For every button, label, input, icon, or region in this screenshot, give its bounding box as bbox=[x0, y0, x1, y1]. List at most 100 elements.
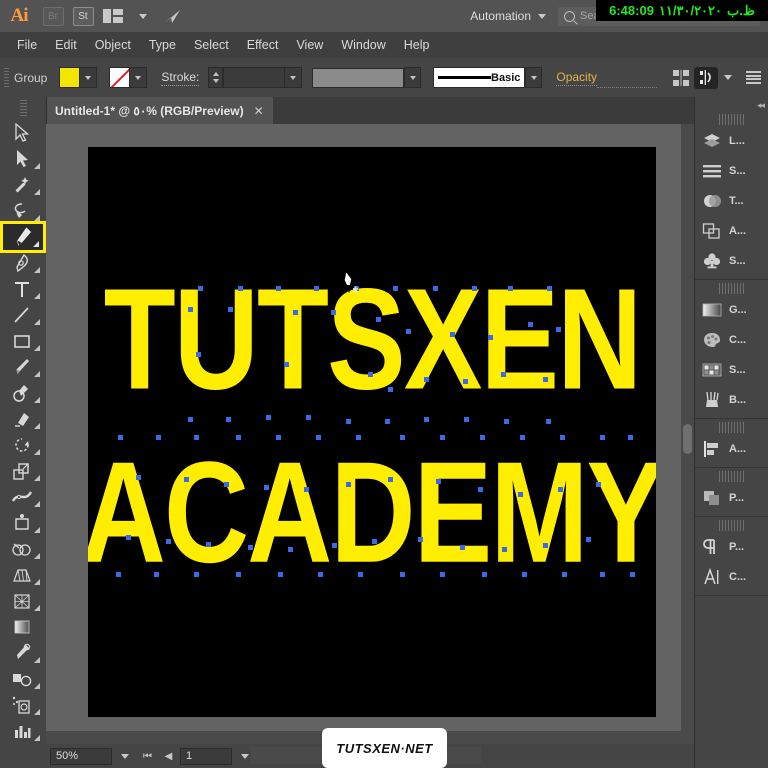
menu-type[interactable]: Type bbox=[140, 32, 185, 58]
stroke-dropdown-button[interactable] bbox=[130, 67, 148, 88]
distribute-dropdown-button[interactable] bbox=[718, 75, 738, 80]
menu-window[interactable]: Window bbox=[332, 32, 394, 58]
panel-group-grip[interactable] bbox=[719, 422, 745, 433]
selection-type-label: Group bbox=[14, 70, 48, 85]
width-profile-dropdown-button[interactable] bbox=[404, 67, 422, 88]
rectangle-tool[interactable] bbox=[0, 328, 44, 354]
close-icon[interactable]: ✕ bbox=[254, 104, 264, 118]
menu-file[interactable]: File bbox=[8, 32, 46, 58]
panel-character[interactable]: C... bbox=[695, 562, 768, 592]
panel-group-grip[interactable] bbox=[719, 283, 745, 294]
document-setup-button[interactable] bbox=[738, 71, 768, 84]
menu-object[interactable]: Object bbox=[86, 32, 140, 58]
artwork-vector[interactable]: TUTSXEN ACADEMY bbox=[88, 147, 656, 717]
shaper-pencil-tool[interactable] bbox=[0, 380, 44, 406]
panel-transparency[interactable]: T... bbox=[695, 186, 768, 216]
brush-definition-field[interactable]: Basic bbox=[433, 67, 526, 88]
panel-group-grip[interactable] bbox=[719, 471, 745, 482]
blend-tool[interactable] bbox=[0, 666, 44, 692]
type-tool[interactable] bbox=[0, 276, 44, 302]
shape-builder-tool[interactable] bbox=[0, 536, 44, 562]
panel-align[interactable]: A... bbox=[695, 434, 768, 464]
stroke-weight-stepper[interactable] bbox=[208, 67, 224, 88]
panel-swatches[interactable]: S... bbox=[695, 355, 768, 385]
menu-effect[interactable]: Effect bbox=[238, 32, 288, 58]
magic-wand-tool[interactable] bbox=[0, 172, 44, 198]
panel-brushes[interactable]: B... bbox=[695, 385, 768, 415]
panel-gradient-label: G... bbox=[729, 304, 747, 316]
automation-dropdown[interactable]: Automation bbox=[470, 9, 546, 23]
perspective-grid-tool[interactable] bbox=[0, 562, 44, 588]
stroke-color-swatch-none[interactable] bbox=[109, 67, 131, 88]
svg-text:*: * bbox=[353, 284, 358, 299]
scale-tool[interactable] bbox=[0, 458, 44, 484]
zoom-level-input[interactable]: 50% bbox=[50, 747, 112, 765]
character-icon bbox=[701, 567, 723, 587]
menu-view[interactable]: View bbox=[287, 32, 332, 58]
previous-artboard-button[interactable]: ◀ bbox=[159, 748, 178, 765]
canvas-vertical-scrollbar[interactable] bbox=[681, 124, 694, 731]
artboard[interactable]: TUTSXEN ACADEMY * bbox=[88, 147, 656, 717]
menu-select[interactable]: Select bbox=[185, 32, 238, 58]
panel-transparency-label: T... bbox=[729, 195, 744, 207]
symbol-sprayer-tool[interactable] bbox=[0, 692, 44, 718]
stock-button[interactable]: St bbox=[68, 0, 98, 32]
align-button[interactable] bbox=[668, 69, 694, 86]
canvas-area[interactable]: TUTSXEN ACADEMY * bbox=[46, 124, 694, 744]
stroke-weight-label[interactable]: Stroke: bbox=[161, 70, 200, 86]
panel-pathfinder[interactable]: P... bbox=[695, 483, 768, 513]
panel-gradient[interactable]: G... bbox=[695, 295, 768, 325]
expand-panels-icon[interactable]: ◂◂ bbox=[757, 100, 765, 111]
menu-help[interactable]: Help bbox=[395, 32, 439, 58]
free-transform-tool[interactable] bbox=[0, 510, 44, 536]
panel-layers[interactable]: L... bbox=[695, 126, 768, 156]
bridge-button[interactable]: Br bbox=[38, 0, 68, 32]
curvature-tool[interactable] bbox=[0, 250, 44, 276]
artboard-number-input[interactable]: 1 bbox=[180, 747, 232, 765]
stroke-weight-dropdown-button[interactable] bbox=[285, 67, 303, 88]
distribute-spacing-button[interactable] bbox=[694, 66, 718, 89]
mesh-tool[interactable] bbox=[0, 588, 44, 614]
line-segment-tool[interactable] bbox=[0, 302, 44, 328]
vertical-scroll-thumb[interactable] bbox=[683, 424, 692, 454]
panel-color[interactable]: C... bbox=[695, 325, 768, 355]
watermark-badge: TUTSXEN·NET bbox=[322, 728, 447, 768]
panel-group-grip[interactable] bbox=[719, 520, 745, 531]
panel-character-label: C... bbox=[729, 571, 747, 583]
gradient-tool[interactable] bbox=[0, 614, 44, 640]
panel-group-grip[interactable] bbox=[719, 114, 745, 125]
eyedropper-tool[interactable] bbox=[0, 640, 44, 666]
document-tab[interactable]: Untitled-1* @ ٥٠% (RGB/Preview) ✕ bbox=[46, 97, 273, 124]
tools-panel-grip[interactable] bbox=[19, 100, 27, 118]
zoom-dropdown-button[interactable] bbox=[114, 748, 136, 765]
lasso-tool[interactable] bbox=[0, 198, 44, 224]
share-button[interactable] bbox=[158, 0, 188, 32]
opacity-input[interactable] bbox=[597, 67, 658, 88]
rotate-tool[interactable] bbox=[0, 432, 44, 458]
fill-color-swatch[interactable] bbox=[59, 67, 81, 88]
first-artboard-button[interactable]: ⏮ bbox=[138, 748, 157, 765]
selection-tool[interactable] bbox=[0, 120, 44, 146]
variable-width-profile-field[interactable] bbox=[312, 67, 405, 88]
fill-dropdown-button[interactable] bbox=[80, 67, 98, 88]
eraser-tool[interactable] bbox=[0, 406, 44, 432]
width-tool[interactable] bbox=[0, 484, 44, 510]
control-bar-grip[interactable] bbox=[4, 67, 9, 88]
opacity-label[interactable]: Opacity bbox=[556, 70, 598, 86]
brush-dropdown-button[interactable] bbox=[525, 67, 543, 88]
panel-paragraph[interactable]: P... bbox=[695, 532, 768, 562]
column-graph-tool[interactable] bbox=[0, 718, 44, 744]
arrange-dropdown-button[interactable] bbox=[128, 0, 158, 32]
panel-align-label: A... bbox=[729, 443, 747, 455]
stroke-weight-input[interactable] bbox=[223, 67, 286, 88]
search-icon bbox=[564, 10, 575, 22]
arrange-documents-button[interactable] bbox=[98, 0, 128, 32]
pen-tool[interactable] bbox=[3, 224, 43, 250]
panel-group-5: P... C... bbox=[695, 520, 768, 596]
panel-symbols[interactable]: S... bbox=[695, 246, 768, 276]
menu-edit[interactable]: Edit bbox=[46, 32, 86, 58]
panel-artboards[interactable]: A... bbox=[695, 216, 768, 246]
panel-stroke[interactable]: S... bbox=[695, 156, 768, 186]
paintbrush-tool[interactable] bbox=[0, 354, 44, 380]
direct-selection-tool[interactable] bbox=[0, 146, 44, 172]
